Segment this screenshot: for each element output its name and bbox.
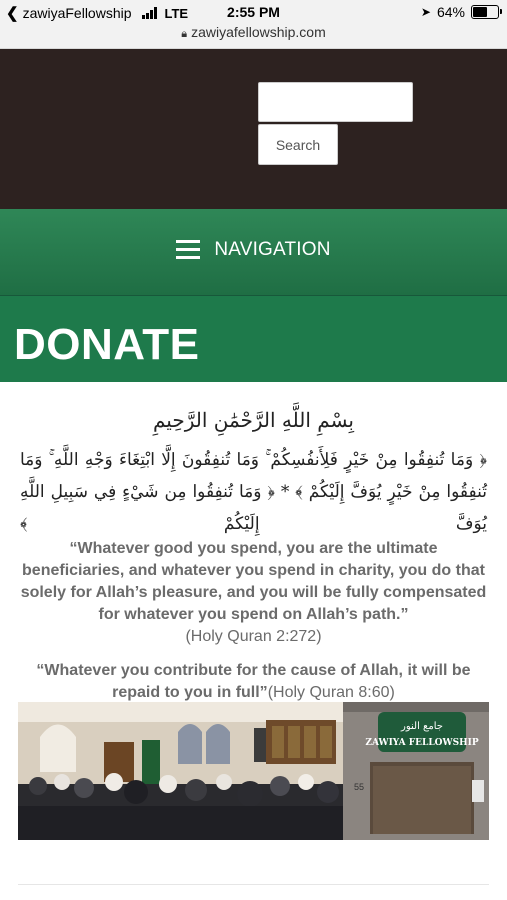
search-button[interactable]: Search — [258, 124, 338, 165]
battery-icon — [471, 5, 502, 19]
url-bar[interactable]: 🔒︎ zawiyafellowship.com — [0, 24, 507, 49]
search-input[interactable] — [258, 82, 413, 122]
title-band: DONATE — [0, 296, 507, 382]
lock-icon: 🔒︎ — [181, 28, 188, 40]
battery-percent: 64% — [436, 4, 465, 20]
bismillah-calligraphy: بِسْمِ اللَّهِ الرَّحْمَٰنِ الرَّحِيمِ — [152, 408, 354, 432]
location-arrow-icon: ➤ — [420, 5, 431, 19]
sign-english: ZAWIYA FELLOWSHIP — [365, 738, 478, 748]
mosque-photo: جامع النور ZAWIYA FELLOWSHIP 55 — [18, 702, 489, 840]
quote-2: “Whatever you contribute for the cause o… — [18, 660, 489, 704]
building-number: 55 — [354, 782, 364, 792]
divider — [18, 884, 489, 885]
navigation-bar[interactable]: NAVIGATION — [0, 209, 507, 296]
quote-1-reference: (Holy Quran 2:272) — [185, 628, 322, 645]
status-bar: ❮ zawiyaFellowship LTE 2:55 PM ➤ 64% — [0, 0, 507, 24]
page-title: DONATE — [14, 320, 200, 369]
quote-2-text: “Whatever you contribute for the cause o… — [36, 662, 471, 701]
site-header: Search — [0, 49, 507, 209]
quote-1: “Whatever good you spend, you are the ul… — [18, 538, 489, 648]
quote-2-reference: (Holy Quran 8:60) — [267, 684, 395, 701]
main-content: بِسْمِ اللَّهِ الرَّحْمَٰنِ الرَّحِيمِ ﴿… — [0, 382, 507, 900]
hamburger-icon[interactable] — [176, 240, 201, 260]
navigation-label[interactable]: NAVIGATION — [214, 239, 330, 261]
sign-arabic: جامع النور — [400, 721, 443, 732]
url-text[interactable]: zawiyafellowship.com — [191, 24, 326, 40]
arabic-verses: ﴿ وَمَا تُنفِقُوا مِنْ خَيْرٍ فَلِأَنفُس… — [20, 450, 487, 534]
quote-1-text: “Whatever good you spend, you are the ul… — [20, 540, 487, 623]
